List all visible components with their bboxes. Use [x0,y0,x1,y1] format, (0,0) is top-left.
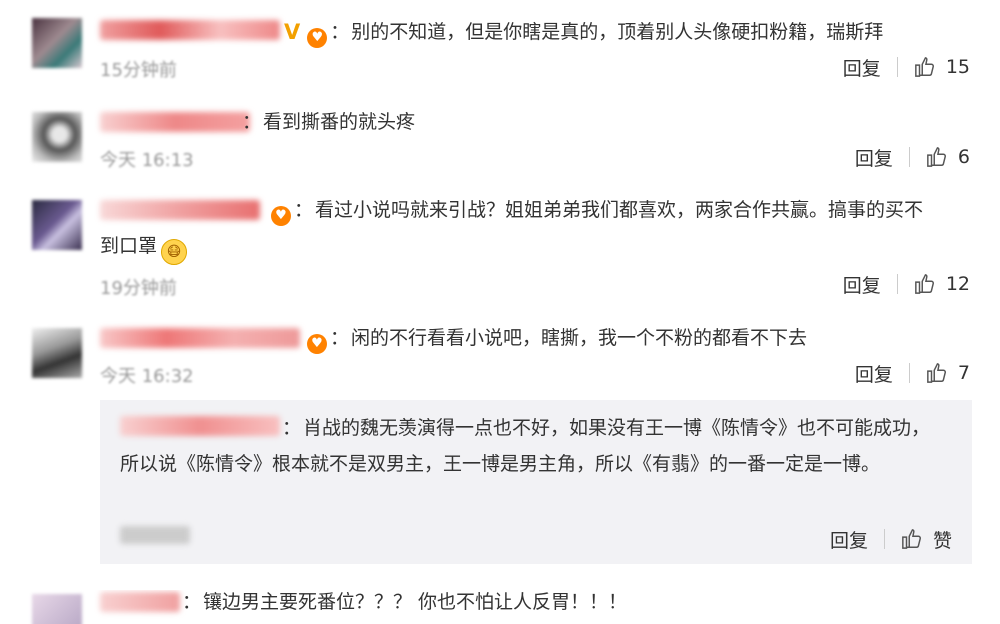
thumbs-up-icon[interactable] [926,146,948,168]
username-blurred[interactable] [100,592,180,612]
comment-2: ：看到撕番的就头疼 今天 16:13 回复 6 [0,96,1000,184]
comment-5: ：镶边男主要死番位？？？ 你也不怕让人反胃！！！ [0,590,1000,624]
divider [896,57,898,77]
avatar[interactable] [32,112,82,162]
divider [883,529,885,549]
username-blurred[interactable] [100,112,250,132]
comment-time [120,526,190,544]
divider [896,274,898,294]
fan-badge-icon: ♥ [271,206,291,226]
like-count: 15 [945,56,970,78]
thumbs-up-icon[interactable] [901,528,923,550]
comment-actions: 回复 15 [843,52,970,82]
comment-text: ♥：闲的不行看看小说吧，瞎撕，我一个不粉的都看不下去 [304,322,807,354]
like-count: 12 [945,273,970,295]
comment-1: V ♥：别的不知道，但是你瞎是真的，顶着别人头像硬扣粉籍，瑞斯拜 15分钟前 回复… [0,0,1000,96]
avatar[interactable] [32,594,82,624]
reply-button[interactable]: 回复 [830,526,868,553]
comment-3: ♥：看过小说吗就来引战？姐姐弟弟我们都喜欢，两家合作共赢。搞事的买不 到口罩 😷 … [0,184,1000,314]
avatar[interactable] [32,200,82,250]
comment-text-line2: 到口罩 😷 [100,230,188,265]
comment-actions: 回复 6 [855,142,970,172]
fan-badge-icon: ♥ [307,28,328,48]
reply-button[interactable]: 回复 [855,144,893,171]
avatar[interactable] [32,328,82,378]
username-blurred[interactable] [100,200,260,220]
comment-time: 今天 16:13 [100,150,194,171]
comment-text: V ♥：别的不知道，但是你瞎是真的，顶着别人头像硬扣粉籍，瑞斯拜 [284,16,883,48]
username-blurred[interactable] [100,20,280,40]
comment-time: 19分钟前 [100,278,177,299]
thumbs-up-icon[interactable] [926,362,948,384]
thumbs-up-icon[interactable] [914,273,936,295]
fan-badge-icon: ♥ [307,334,327,354]
thumbs-up-icon[interactable] [914,56,936,78]
reply-button[interactable]: 回复 [843,54,881,81]
divider [908,363,910,383]
divider [908,147,910,167]
reply-button[interactable]: 回复 [843,271,881,298]
comment-text: ：看到撕番的就头疼 [242,111,416,133]
verified-icon: V [284,20,301,44]
nested-reply-text: ：肖战的魏无羡演得一点也不好，如果没有王一博《陈情令》也不可能成功，所以说《陈情… [120,417,931,475]
nested-reply-actions: 回复 赞 [830,524,952,554]
comment-actions: 回复 7 [855,358,970,388]
reply-button[interactable]: 回复 [855,360,893,387]
comment-time: 今天 16:32 [100,366,194,387]
mask-face-icon: 😷 [161,239,188,265]
comment-text: ：镶边男主要死番位？？？ 你也不怕让人反胃！！！ [182,591,628,613]
like-count: 7 [957,362,970,384]
like-label[interactable]: 赞 [933,526,952,553]
comment-actions: 回复 12 [843,269,970,299]
avatar[interactable] [32,18,82,68]
comment-time: 15分钟前 [100,60,177,81]
like-count: 6 [957,146,970,168]
username-blurred[interactable] [100,328,300,348]
comment-text: ♥：看过小说吗就来引战？姐姐弟弟我们都喜欢，两家合作共赢。搞事的买不 [268,194,923,226]
nested-reply: ：肖战的魏无羡演得一点也不好，如果没有王一博《陈情令》也不可能成功，所以说《陈情… [100,400,972,564]
